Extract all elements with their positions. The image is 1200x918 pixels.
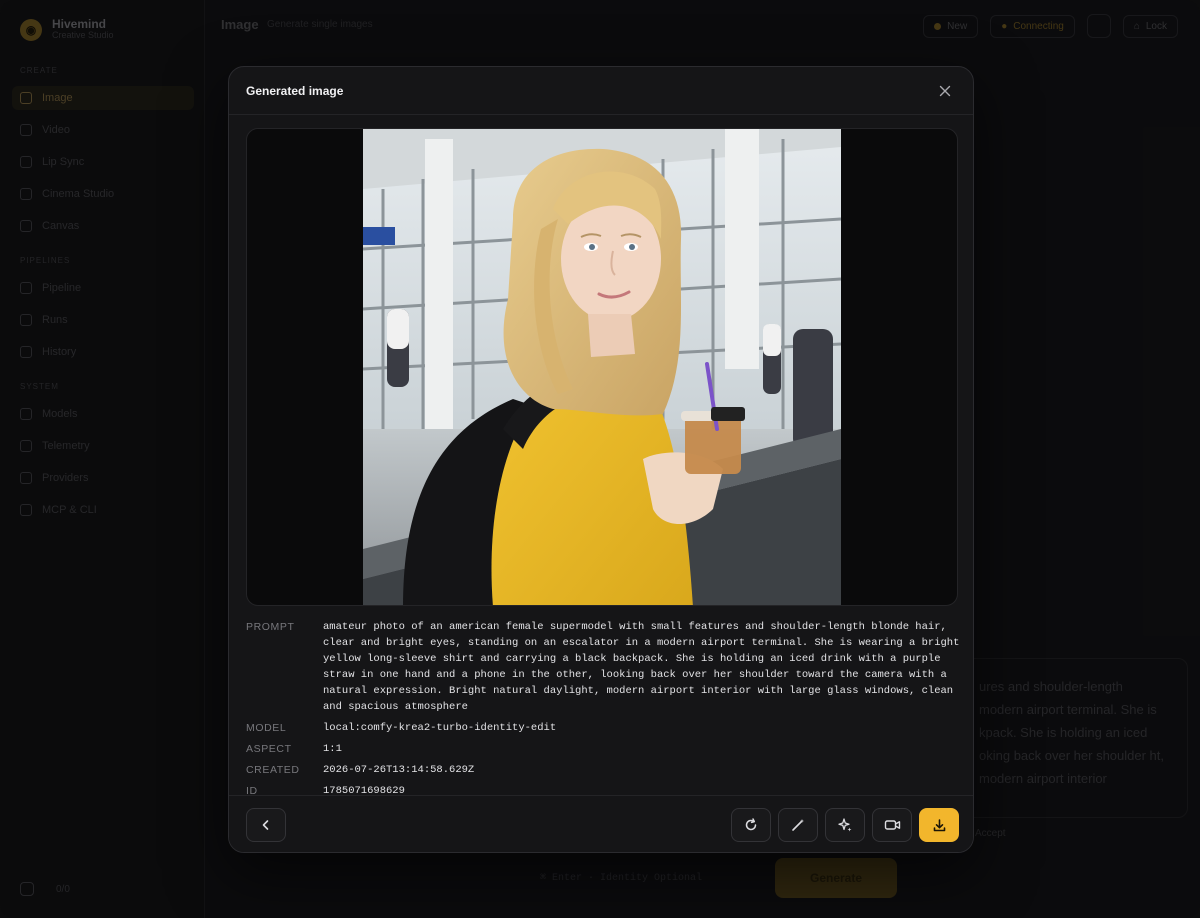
meta-row-model: MODEL local:comfy-krea2-turbo-identity-e…	[246, 720, 961, 736]
video-camera-icon	[884, 820, 900, 830]
sparkle-icon	[838, 818, 852, 832]
image-metadata: PROMPT amateur photo of an american fema…	[246, 619, 961, 795]
meta-key: CREATED	[246, 764, 300, 776]
generated-photo[interactable]	[363, 129, 841, 606]
meta-key: ASPECT	[246, 743, 292, 755]
wand-icon	[792, 819, 804, 831]
app-window: ◉ Hivemind Creative Studio CREATE Image …	[0, 0, 1200, 918]
meta-key: PROMPT	[246, 621, 295, 633]
meta-key: MODEL	[246, 722, 287, 734]
enhance-button[interactable]	[825, 808, 865, 842]
meta-value-aspect: 1:1	[323, 743, 342, 755]
meta-key: ID	[246, 785, 258, 795]
regenerate-button[interactable]	[731, 808, 771, 842]
modal-footer	[229, 795, 973, 852]
download-button[interactable]	[919, 808, 959, 842]
meta-value-model: local:comfy-krea2-turbo-identity-edit	[323, 722, 557, 734]
meta-value-created: 2026-07-26T13:14:58.629Z	[323, 764, 475, 776]
meta-row-aspect: ASPECT 1:1	[246, 741, 961, 757]
meta-row-prompt: PROMPT amateur photo of an american fema…	[246, 619, 961, 715]
modal-header: Generated image	[229, 67, 973, 115]
close-button[interactable]	[935, 81, 955, 101]
animate-video-button[interactable]	[872, 808, 912, 842]
close-icon	[939, 85, 951, 97]
regenerate-icon	[745, 818, 757, 831]
edit-button[interactable]	[778, 808, 818, 842]
back-icon	[262, 820, 269, 830]
back-button[interactable]	[246, 808, 286, 842]
image-preview	[246, 128, 958, 606]
generated-image-modal: Generated image PROMPT amateur photo of …	[228, 66, 974, 853]
meta-value-id: 1785071698629	[323, 785, 405, 795]
modal-title: Generated image	[246, 84, 344, 98]
meta-value-prompt: amateur photo of an american female supe…	[323, 621, 960, 713]
meta-row-id: ID 1785071698629	[246, 783, 961, 795]
download-icon	[933, 818, 945, 831]
meta-row-created: CREATED 2026-07-26T13:14:58.629Z	[246, 762, 961, 778]
